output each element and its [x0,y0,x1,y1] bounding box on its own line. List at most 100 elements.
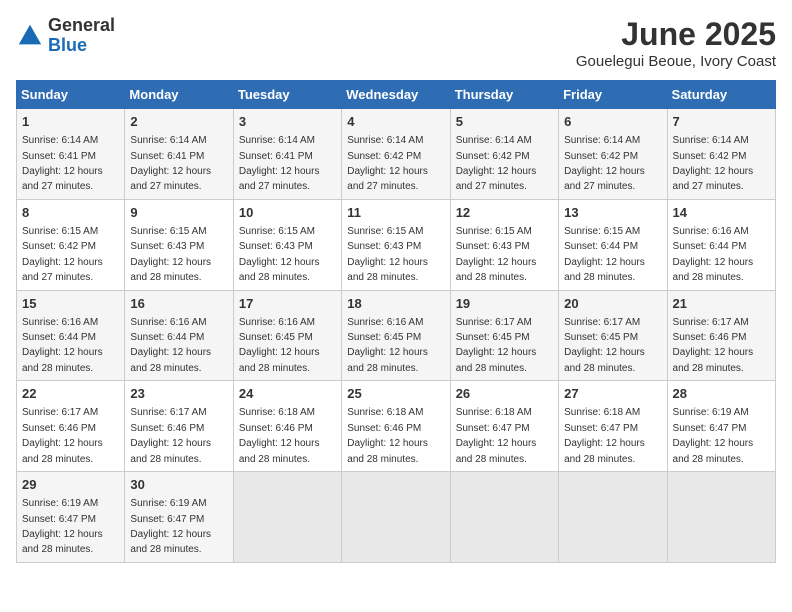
sunset-text: Sunset: 6:42 PM [347,151,421,162]
calendar-week-4: 22 Sunrise: 6:17 AM Sunset: 6:46 PM Dayligh… [17,381,776,472]
daylight-text: Daylight: 12 hours and 27 minutes. [347,166,428,192]
calendar-cell: 28Sunrise: 6:19 AMSunset: 6:47 PMDayligh… [667,381,775,472]
sunset-text: Sunset: 6:47 PM [673,423,747,434]
daylight-text: Daylight: 12 hours and 28 minutes. [673,438,754,464]
sunset-text: Sunset: 6:42 PM [22,241,96,252]
sunset-text: Sunset: 6:43 PM [347,241,421,252]
logo-general: General [48,16,115,36]
calendar-week-3: 15 Sunrise: 6:16 AM Sunset: 6:44 PM Dayligh… [17,290,776,381]
day-number: 16 [130,295,227,313]
day-number: 26 [456,385,553,403]
calendar-cell: 25Sunrise: 6:18 AMSunset: 6:46 PMDayligh… [342,381,450,472]
calendar-cell: 4Sunrise: 6:14 AMSunset: 6:42 PMDaylight… [342,109,450,200]
col-monday: Monday [125,81,233,109]
daylight-text: Daylight: 12 hours and 28 minutes. [239,347,320,373]
sunrise-text: Sunrise: 6:15 AM [456,226,532,237]
day-number: 15 [22,295,119,313]
sunrise-text: Sunrise: 6:18 AM [239,407,315,418]
daylight-text: Daylight: 12 hours and 28 minutes. [22,347,103,373]
header: General Blue June 2025 Gouelegui Beoue, … [16,16,776,70]
sunrise-text: Sunrise: 6:14 AM [130,135,206,146]
calendar-cell: 12Sunrise: 6:15 AMSunset: 6:43 PMDayligh… [450,199,558,290]
daylight-text: Daylight: 12 hours and 28 minutes. [130,347,211,373]
calendar-cell: 29Sunrise: 6:19 AMSunset: 6:47 PMDayligh… [17,472,125,563]
calendar-cell: 21Sunrise: 6:17 AMSunset: 6:46 PMDayligh… [667,290,775,381]
daylight-text: Daylight: 12 hours and 28 minutes. [564,257,645,283]
sunrise-text: Sunrise: 6:16 AM [347,317,423,328]
day-number: 23 [130,385,227,403]
calendar-week-1: 1 Sunrise: 6:14 AM Sunset: 6:41 PM Daylight… [17,109,776,200]
calendar-cell: 10Sunrise: 6:15 AMSunset: 6:43 PMDayligh… [233,199,341,290]
daylight-text: Daylight: 12 hours and 28 minutes. [564,438,645,464]
calendar-week-2: 8Sunrise: 6:15 AMSunset: 6:42 PMDaylight… [17,199,776,290]
calendar-week-5: 29Sunrise: 6:19 AMSunset: 6:47 PMDayligh… [17,472,776,563]
daylight-text: Daylight: 12 hours and 28 minutes. [456,438,537,464]
daylight-text: Daylight: 12 hours and 28 minutes. [347,347,428,373]
location-title: Gouelegui Beoue, Ivory Coast [576,53,776,70]
sunset-text: Sunset: 6:43 PM [130,241,204,252]
sunset-text: Sunset: 6:46 PM [239,423,313,434]
day-number: 6 [564,113,661,131]
daylight-text: Daylight: 12 hours and 27 minutes. [130,166,211,192]
day-number: 25 [347,385,444,403]
sunrise-text: Sunrise: 6:17 AM [456,317,532,328]
daylight-text: Daylight: 12 hours and 28 minutes. [22,438,103,464]
day-number: 4 [347,113,444,131]
day-number: 28 [673,385,770,403]
day-number: 9 [130,204,227,222]
calendar-cell [342,472,450,563]
sunset-text: Sunset: 6:46 PM [347,423,421,434]
sunrise-text: Sunrise: 6:19 AM [130,498,206,509]
daylight-text: Daylight: 12 hours and 28 minutes. [456,347,537,373]
day-number: 2 [130,113,227,131]
col-sunday: Sunday [17,81,125,109]
day-number: 17 [239,295,336,313]
calendar-cell: 13Sunrise: 6:15 AMSunset: 6:44 PMDayligh… [559,199,667,290]
calendar-cell: 5Sunrise: 6:14 AMSunset: 6:42 PMDaylight… [450,109,558,200]
calendar-cell [450,472,558,563]
day-number: 1 [22,113,119,131]
sunset-text: Sunset: 6:44 PM [22,332,96,343]
col-tuesday: Tuesday [233,81,341,109]
calendar-cell: 20Sunrise: 6:17 AMSunset: 6:45 PMDayligh… [559,290,667,381]
col-thursday: Thursday [450,81,558,109]
day-number: 21 [673,295,770,313]
sunrise-text: Sunrise: 6:14 AM [239,135,315,146]
sunset-text: Sunset: 6:42 PM [564,151,638,162]
calendar-cell: 2Sunrise: 6:14 AMSunset: 6:41 PMDaylight… [125,109,233,200]
daylight-text: Daylight: 12 hours and 28 minutes. [347,257,428,283]
daylight-text: Daylight: 12 hours and 28 minutes. [564,347,645,373]
day-number: 12 [456,204,553,222]
calendar-cell: 19Sunrise: 6:17 AMSunset: 6:45 PMDayligh… [450,290,558,381]
sunrise-text: Sunrise: 6:14 AM [564,135,640,146]
calendar-cell: 16Sunrise: 6:16 AMSunset: 6:44 PMDayligh… [125,290,233,381]
title-area: June 2025 Gouelegui Beoue, Ivory Coast [576,16,776,70]
logo: General Blue [16,16,115,56]
calendar-cell: 22Sunrise: 6:17 AMSunset: 6:46 PMDayligh… [17,381,125,472]
sunrise-text: Sunrise: 6:14 AM [673,135,749,146]
day-number: 20 [564,295,661,313]
sunset-text: Sunset: 6:46 PM [673,332,747,343]
sunset-text: Sunset: 6:45 PM [564,332,638,343]
sunset-text: Sunset: 6:43 PM [456,241,530,252]
calendar-cell [667,472,775,563]
sunset-text: Sunset: 6:44 PM [564,241,638,252]
sunrise-text: Sunrise: 6:15 AM [564,226,640,237]
sunset-text: Sunset: 6:44 PM [130,332,204,343]
calendar-cell: 3Sunrise: 6:14 AMSunset: 6:41 PMDaylight… [233,109,341,200]
daylight-text: Daylight: 12 hours and 28 minutes. [673,347,754,373]
daylight-text: Daylight: 12 hours and 28 minutes. [130,438,211,464]
sunset-text: Sunset: 6:41 PM [239,151,313,162]
calendar-cell: 6Sunrise: 6:14 AMSunset: 6:42 PMDaylight… [559,109,667,200]
col-saturday: Saturday [667,81,775,109]
calendar-cell: 14Sunrise: 6:16 AMSunset: 6:44 PMDayligh… [667,199,775,290]
day-number: 22 [22,385,119,403]
daylight-text: Daylight: 12 hours and 28 minutes. [347,438,428,464]
sunrise-text: Sunrise: 6:17 AM [22,407,98,418]
calendar-cell: 18Sunrise: 6:16 AMSunset: 6:45 PMDayligh… [342,290,450,381]
logo-blue: Blue [48,36,115,56]
sunrise-text: Sunrise: 6:14 AM [456,135,532,146]
daylight-text: Daylight: 12 hours and 27 minutes. [673,166,754,192]
sunrise-text: Sunrise: 6:15 AM [239,226,315,237]
calendar-cell: 15Sunrise: 6:16 AMSunset: 6:44 PMDayligh… [17,290,125,381]
